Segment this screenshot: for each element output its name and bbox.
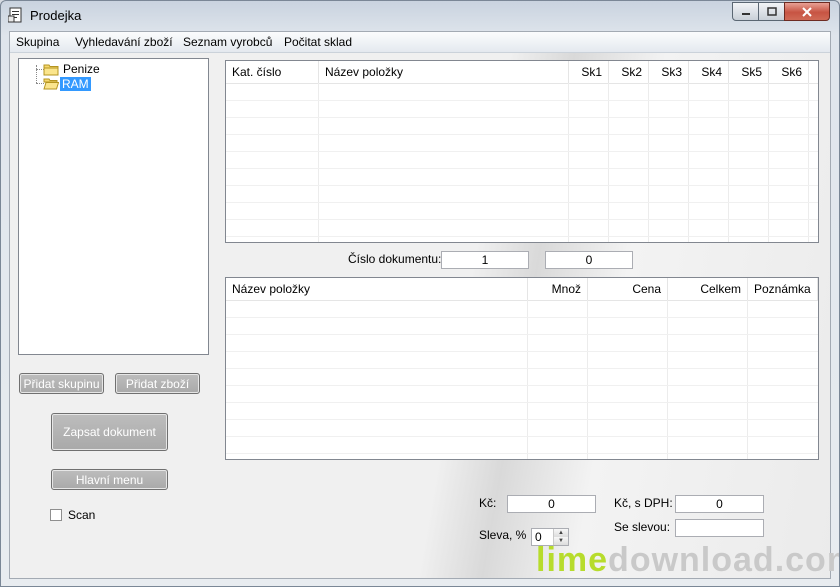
column-sk3[interactable]: Sk3: [649, 61, 689, 83]
grid-line: [226, 385, 818, 386]
main-menu-button[interactable]: Hlavní menu: [51, 469, 168, 490]
items-grid-header: Kat. číslo Název položky Sk1 Sk2 Sk3 Sk4…: [226, 61, 818, 84]
open-folder-icon: [43, 78, 59, 90]
kc-field[interactable]: 0: [507, 495, 596, 513]
menu-seznam-vyrobcu[interactable]: Seznam vyrobců: [183, 35, 272, 49]
tree-item-ram[interactable]: RAM: [60, 77, 91, 91]
watermark-part1: lime: [536, 541, 609, 579]
client-area: Skupina Vyhledavání zboží Seznam vyrobců…: [9, 31, 831, 579]
minimize-icon: [741, 12, 750, 15]
kc-vat-label: Kč, s DPH:: [614, 496, 673, 510]
scan-label: Scan: [68, 508, 96, 522]
menu-skupina[interactable]: Skupina: [16, 35, 59, 49]
grid-line: [226, 317, 818, 318]
column-nazev-polozky[interactable]: Název položky: [319, 61, 569, 83]
grid-line: [226, 219, 818, 220]
column-celkem[interactable]: Celkem: [668, 278, 748, 300]
kc-label: Kč:: [479, 496, 497, 510]
grid-line: [226, 151, 818, 152]
column-sk4[interactable]: Sk4: [689, 61, 729, 83]
close-icon: [802, 6, 812, 17]
with-discount-label: Se slevou:: [614, 520, 671, 534]
maximize-button[interactable]: [758, 2, 785, 21]
grid-line: [226, 236, 818, 237]
grid-line: [226, 134, 818, 135]
column-nazev-polozky[interactable]: Název položky: [226, 278, 528, 300]
grid-line: [226, 168, 818, 169]
document-number-field[interactable]: 1: [441, 251, 529, 269]
document-number-label: Číslo dokumentu:: [348, 252, 442, 266]
column-sk1[interactable]: Sk1: [569, 61, 609, 83]
grid-line: [226, 419, 818, 420]
grid-line: [226, 402, 818, 403]
tree-connector: [36, 65, 37, 83]
add-item-button[interactable]: Přidat zboží: [115, 373, 200, 394]
group-tree[interactable]: Penize RAM: [18, 58, 209, 355]
document-second-field[interactable]: 0: [545, 251, 633, 269]
tree-item-penize[interactable]: Penize: [61, 62, 102, 76]
document-grid-header: Název položky Množ Cena Celkem Poznámka: [226, 278, 818, 301]
grid-line: [226, 436, 818, 437]
kc-vat-field[interactable]: 0: [675, 495, 764, 513]
menu-vyhledavani-zbozi[interactable]: Vyhledavání zboží: [75, 35, 173, 49]
column-cena[interactable]: Cena: [588, 278, 668, 300]
close-button[interactable]: [784, 2, 830, 21]
column-sk6[interactable]: Sk6: [769, 61, 809, 83]
discount-label: Sleva, %: [479, 528, 527, 542]
with-discount-field[interactable]: [675, 519, 764, 537]
write-document-button[interactable]: Zapsat dokument: [51, 413, 168, 451]
app-icon: [8, 7, 22, 23]
document-grid[interactable]: Název položky Množ Cena Celkem Poznámka: [225, 277, 819, 460]
grid-line: [226, 202, 818, 203]
watermark: limedownload.com: [536, 541, 840, 580]
column-poznamka[interactable]: Poznámka: [748, 278, 818, 300]
folder-icon: [43, 64, 59, 76]
add-group-button[interactable]: Přidat skupinu: [19, 373, 104, 394]
scan-checkbox[interactable]: [50, 509, 62, 521]
grid-line: [226, 185, 818, 186]
grid-line: [226, 334, 818, 335]
maximize-icon: [766, 7, 777, 16]
grid-line: [226, 117, 818, 118]
grid-line: [226, 453, 818, 454]
column-kat-cislo[interactable]: Kat. číslo: [226, 61, 319, 83]
column-sk2[interactable]: Sk2: [609, 61, 649, 83]
grid-line: [226, 100, 818, 101]
menu-pocitat-sklad[interactable]: Počitat sklad: [284, 35, 352, 49]
grid-line: [226, 368, 818, 369]
watermark-part2: download.com: [608, 541, 840, 579]
column-mnoz[interactable]: Množ: [528, 278, 588, 300]
grid-line: [226, 351, 818, 352]
menu-bar: Skupina Vyhledavání zboží Seznam vyrobců…: [10, 32, 830, 53]
app-window: Prodejka Skupina Vyhledavání zboží Sezna…: [0, 0, 840, 587]
stepper-up-icon[interactable]: ▲: [554, 529, 568, 537]
items-grid[interactable]: Kat. číslo Název položky Sk1 Sk2 Sk3 Sk4…: [225, 60, 819, 243]
column-sk5[interactable]: Sk5: [729, 61, 769, 83]
minimize-button[interactable]: [732, 2, 759, 21]
title-bar[interactable]: Prodejka: [1, 1, 839, 31]
window-title: Prodejka: [30, 8, 82, 23]
